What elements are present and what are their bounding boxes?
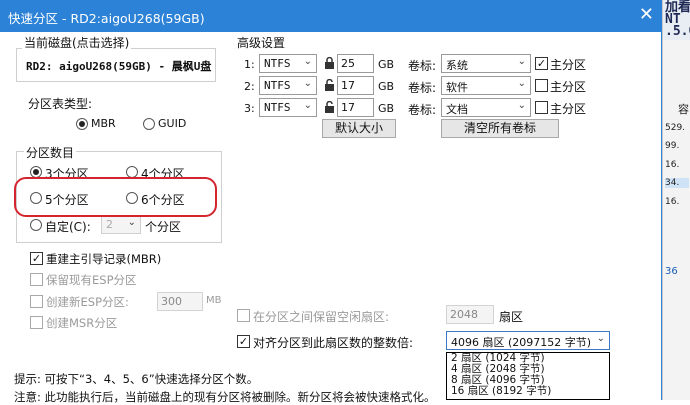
row-1-volume-label: 卷标: (408, 59, 437, 73)
mbr-radio[interactable] (76, 118, 88, 130)
lock-icon[interactable] (324, 57, 335, 69)
chevron-down-icon: ⌄ (127, 217, 136, 228)
reserve-sectors-input[interactable]: 2048 (446, 305, 494, 324)
row-3-volume-value: 文档 (446, 103, 468, 116)
background-app-panel: 加看 NT .5.0 容 529. 99. 16. 34. 16. 36 (662, 0, 690, 400)
custom-count-radio[interactable] (30, 219, 42, 231)
chevron-down-icon: ⌄ (303, 100, 312, 111)
partition-count-label: 分区数目 (24, 144, 77, 161)
row-3-index: 3: (244, 102, 255, 115)
row-2-volume-label: 卷标: (408, 81, 437, 95)
row-3-size-unit: GB (378, 102, 395, 115)
default-size-button[interactable]: 默认大小 (322, 119, 396, 138)
row-2-fs-select[interactable]: NTFS ⌄ (259, 76, 317, 95)
guid-radio[interactable] (143, 118, 155, 130)
align-partitions-checkbox[interactable]: ✓ (237, 335, 250, 348)
row-3-volume-label: 卷标: (408, 103, 437, 117)
row-3-fs-select[interactable]: NTFS ⌄ (259, 98, 317, 117)
unlock-icon[interactable] (324, 79, 335, 91)
mbr-label: MBR (91, 117, 116, 130)
align-sectors-dropdown-list[interactable]: 2 扇区 (1024 字节) 4 扇区 (2048 字节) 8 扇区 (4096… (446, 352, 610, 400)
row-1-size-unit: GB (378, 58, 395, 71)
highlight-annotation (14, 177, 217, 217)
row-2-fs-value: NTFS (264, 79, 291, 92)
row-1-size-input[interactable]: 25 (337, 54, 374, 73)
chevron-down-icon: ⌄ (517, 100, 526, 111)
row-1-fs-value: NTFS (264, 57, 291, 70)
unlock-icon[interactable] (324, 101, 335, 113)
background-app-cell: 36 (665, 266, 678, 277)
chevron-down-icon: ⌄ (303, 78, 312, 89)
esp-size-unit: MB (206, 295, 222, 306)
row-1-volume-select[interactable]: 系统 ⌄ (441, 54, 531, 73)
custom-count-suffix: 个分区 (145, 220, 182, 234)
row-3-fs-value: NTFS (264, 101, 291, 114)
row-1-primary-checkbox[interactable]: ✓ (535, 57, 548, 70)
current-disk-selector[interactable]: RD2: aigoU268(59GB) - 晨枫U盘 (26, 58, 211, 74)
chevron-down-icon: ⌄ (517, 78, 526, 89)
background-app-header: 加看 NT .5.0 (663, 0, 690, 40)
advanced-settings-label: 高级设置 (237, 36, 286, 50)
reserve-sectors-label: 在分区之间保留空闲扇区: (253, 310, 390, 324)
row-3-volume-select[interactable]: 文档 ⌄ (441, 98, 531, 117)
row-3-primary-label: 主分区 (550, 102, 587, 116)
chevron-down-icon: ⌄ (517, 56, 526, 67)
custom-count-value: 2 (106, 218, 113, 231)
rebuild-mbr-label: 重建主引导记录(MBR) (46, 252, 162, 266)
tip-text: 提示: 可按下“3、4、5、6”快速选择分区个数。 (14, 372, 259, 386)
row-2-primary-checkbox[interactable] (535, 79, 548, 92)
create-msr-label: 创建MSR分区 (46, 316, 118, 330)
create-msr-checkbox[interactable] (30, 316, 43, 329)
guid-label: GUID (158, 117, 187, 130)
row-2-size-input[interactable]: 17 (337, 76, 374, 95)
clear-all-labels-button[interactable]: 清空所有卷标 (441, 119, 559, 138)
row-2-size-unit: GB (378, 80, 395, 93)
row-3-primary-checkbox[interactable] (535, 101, 548, 114)
row-2-volume-value: 软件 (446, 81, 468, 94)
background-app-cell: 34. (665, 178, 689, 188)
row-1-primary-label: 主分区 (550, 58, 587, 72)
current-disk-label: 当前磁盘(点击选择) (22, 34, 132, 51)
esp-size-input[interactable]: 300 (157, 292, 203, 311)
custom-count-select[interactable]: 2 ⌄ (101, 215, 141, 234)
background-app-cell: 99. (665, 141, 680, 151)
reserve-sectors-unit: 扇区 (499, 310, 524, 324)
dialog-titlebar[interactable]: 快速分区 - RD2:aigoU268(59GB) ✕ (0, 0, 662, 32)
background-app-column-header: 容 (678, 103, 689, 116)
partition-table-label: 分区表类型: (28, 97, 93, 111)
row-3-size-input[interactable]: 17 (337, 98, 374, 117)
align-partitions-label: 对齐分区到此扇区数的整数倍: (253, 336, 414, 350)
keep-esp-label: 保留现有ESP分区 (46, 273, 137, 287)
keep-esp-checkbox[interactable] (30, 273, 43, 286)
row-1-index: 1: (244, 58, 255, 71)
dialog-title: 快速分区 - RD2:aigoU268(59GB) (8, 11, 205, 26)
row-1-fs-select[interactable]: NTFS ⌄ (259, 54, 317, 73)
create-esp-checkbox[interactable] (30, 295, 43, 308)
align-sectors-select[interactable]: 4096 扇区 (2097152 字节) ⌄ (446, 331, 610, 350)
row-1-volume-value: 系统 (446, 59, 468, 72)
background-app-cell: 16. (665, 160, 680, 170)
custom-count-label: 自定(C): (45, 220, 91, 234)
dropdown-option[interactable]: 16 扇区 (8192 字节) (451, 386, 551, 397)
background-app-cell: 529. (665, 123, 686, 133)
row-2-primary-label: 主分区 (550, 80, 587, 94)
rebuild-mbr-checkbox[interactable]: ✓ (30, 252, 43, 265)
background-app-cell: 16. (665, 197, 680, 207)
close-icon[interactable]: ✕ (639, 4, 654, 26)
chevron-down-icon: ⌄ (596, 333, 605, 344)
create-esp-label: 创建新ESP分区: (46, 295, 129, 309)
reserve-sectors-checkbox[interactable] (237, 309, 250, 322)
chevron-down-icon: ⌄ (303, 56, 312, 67)
row-2-index: 2: (244, 80, 255, 93)
warning-text: 注意: 此功能执行后，当前磁盘上的现有分区将被删除。新分区将会被快速格式化。 (14, 390, 436, 404)
align-sectors-value: 4096 扇区 (2097152 字节) (451, 336, 592, 349)
row-2-volume-select[interactable]: 软件 ⌄ (441, 76, 531, 95)
